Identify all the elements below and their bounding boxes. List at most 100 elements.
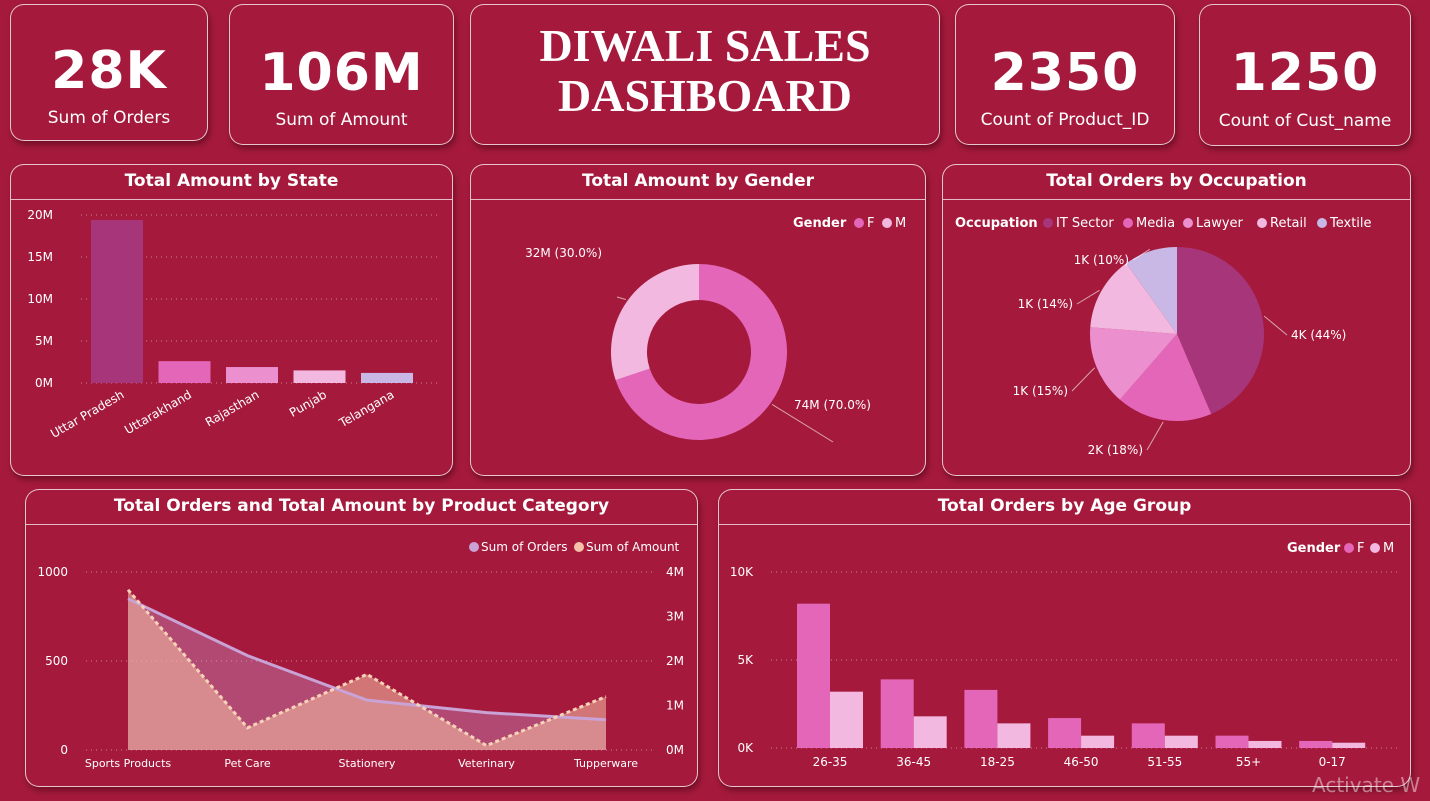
legend-label: F bbox=[867, 216, 874, 231]
y-tick-label: 10M bbox=[27, 292, 53, 306]
gender-donut-chart: Gender F M 74M (70.0%) 32M (30.0%) bbox=[525, 216, 906, 443]
x-tick-label: Sports Products bbox=[85, 757, 172, 770]
y-tick-label: 5K bbox=[737, 653, 754, 667]
legend-label: M bbox=[895, 216, 906, 231]
legend-label: Sum of Amount bbox=[586, 540, 680, 554]
legend-marker bbox=[574, 542, 584, 552]
legend-marker bbox=[1344, 543, 1354, 553]
data-label: 1K (10%) bbox=[1074, 253, 1129, 267]
category-area-chart: Sum of Orders Sum of Amount 0 500 1000 0M 1M 2M… bbox=[37, 540, 684, 770]
legend-label: M bbox=[1383, 541, 1394, 556]
state-chart-title: Total Amount by State bbox=[124, 171, 339, 191]
kpi-orders-label: Sum of Orders bbox=[47, 108, 171, 128]
legend-label: Lawyer bbox=[1196, 216, 1244, 231]
y-tick-label: 15M bbox=[27, 250, 53, 264]
category-chart-panel: Total Orders and Total Amount by Product… bbox=[25, 489, 698, 787]
y-right-tick-label: 2M bbox=[666, 654, 684, 668]
kpi-amount-label: Sum of Amount bbox=[275, 110, 408, 130]
legend-title: Occupation bbox=[955, 216, 1038, 231]
age-chart-panel: Total Orders by Age Group Gender F M 0K 5K 10… bbox=[718, 489, 1411, 787]
legend-marker bbox=[854, 218, 864, 228]
leader-line bbox=[1146, 421, 1164, 451]
legend-label: F bbox=[1357, 541, 1364, 556]
legend-label: Media bbox=[1136, 216, 1175, 231]
legend-label: Sum of Orders bbox=[481, 540, 567, 554]
x-tick-label: 46-50 bbox=[1064, 755, 1099, 769]
page-title-line-1: DIWALI SALES bbox=[539, 20, 871, 71]
x-tick-label: Pet Care bbox=[224, 757, 271, 770]
x-tick-label: Punjab bbox=[287, 387, 329, 419]
leader-line bbox=[1071, 367, 1096, 392]
legend-marker bbox=[1123, 218, 1133, 228]
category-chart-title: Total Orders and Total Amount by Product… bbox=[113, 496, 610, 516]
y-tick-label: 20M bbox=[27, 208, 53, 222]
y-tick-label: 5M bbox=[35, 334, 53, 348]
page-title-line-2: DASHBOARD bbox=[558, 70, 852, 121]
donut-slice bbox=[611, 264, 699, 381]
age-bar bbox=[1248, 740, 1282, 748]
legend-label: Textile bbox=[1329, 216, 1372, 231]
state-chart-panel: Total Amount by State 0M 5M 10M 15M 20M Uttar… bbox=[10, 164, 453, 476]
state-bar bbox=[361, 372, 413, 383]
y-tick-label: 10K bbox=[730, 565, 754, 579]
occupation-pie-chart: Occupation IT Sector Media Lawyer Retail Text… bbox=[955, 216, 1372, 457]
x-tick-label: Telangana bbox=[336, 387, 397, 430]
age-bar bbox=[1332, 742, 1366, 748]
kpi-orders-value: 28K bbox=[51, 41, 167, 101]
y-right-tick-label: 3M bbox=[666, 610, 684, 624]
state-bar bbox=[293, 370, 346, 383]
leader-line bbox=[1263, 315, 1288, 336]
title-card: DIWALI SALES DASHBOARD bbox=[470, 4, 940, 145]
y-left-tick-label: 0 bbox=[60, 743, 68, 757]
x-tick-label: 18-25 bbox=[980, 755, 1015, 769]
age-bar bbox=[1048, 718, 1082, 748]
x-tick-label: 55+ bbox=[1236, 755, 1261, 769]
kpi-customers-label: Count of Cust_name bbox=[1218, 111, 1392, 131]
x-tick-label: Uttarakhand bbox=[122, 387, 194, 437]
kpi-amount-value: 106M bbox=[259, 43, 424, 103]
page-title: DIWALI SALES DASHBOARD bbox=[471, 21, 939, 121]
activation-watermark: Activate W bbox=[1312, 773, 1421, 797]
kpi-card-products: 2350 Count of Product_ID bbox=[955, 4, 1175, 145]
legend-marker bbox=[882, 218, 892, 228]
age-bar bbox=[797, 603, 830, 748]
y-left-tick-label: 500 bbox=[45, 654, 68, 668]
age-bar bbox=[880, 679, 914, 748]
data-label: 32M (30.0%) bbox=[525, 246, 602, 260]
data-label: 74M (70.0%) bbox=[794, 398, 871, 412]
age-chart-title: Total Orders by Age Group bbox=[937, 496, 1192, 516]
legend-marker bbox=[469, 542, 479, 552]
age-bar bbox=[997, 723, 1031, 748]
legend-marker bbox=[1257, 218, 1267, 228]
occupation-chart-title: Total Orders by Occupation bbox=[1046, 171, 1307, 191]
legend-title: Gender bbox=[793, 216, 847, 231]
state-bar bbox=[158, 361, 211, 383]
y-right-tick-label: 4M bbox=[666, 565, 684, 579]
age-bar bbox=[1299, 740, 1333, 748]
x-tick-label: 51-55 bbox=[1147, 755, 1182, 769]
legend-label: IT Sector bbox=[1056, 216, 1114, 231]
legend-label: Retail bbox=[1270, 216, 1307, 231]
age-bar bbox=[830, 691, 863, 748]
x-tick-label: 26-35 bbox=[813, 755, 848, 769]
x-tick-label: Rajasthan bbox=[203, 387, 262, 429]
kpi-products-value: 2350 bbox=[990, 43, 1140, 103]
age-bar-chart: Gender F M 0K 5K 10K 26-35 36-45 18-25 46-50 51-55… bbox=[730, 541, 1399, 769]
data-label: 1K (15%) bbox=[1013, 384, 1068, 398]
y-right-tick-label: 0M bbox=[666, 743, 684, 757]
kpi-customers-value: 1250 bbox=[1230, 43, 1380, 103]
age-bar bbox=[1131, 723, 1165, 748]
state-bar bbox=[91, 220, 143, 383]
age-bar bbox=[1081, 735, 1115, 748]
y-left-tick-label: 1000 bbox=[37, 565, 68, 579]
legend-marker bbox=[1370, 543, 1380, 553]
legend-marker bbox=[1183, 218, 1193, 228]
y-tick-label: 0M bbox=[35, 376, 53, 390]
leader-line bbox=[1076, 289, 1100, 305]
x-tick-label: 0-17 bbox=[1319, 755, 1346, 769]
x-tick-label: Uttar Pradesh bbox=[48, 387, 126, 440]
x-tick-label: Tupperware bbox=[573, 757, 638, 770]
kpi-products-label: Count of Product_ID bbox=[980, 110, 1150, 130]
leader-line bbox=[616, 296, 627, 301]
data-label: 1K (14%) bbox=[1018, 297, 1073, 311]
